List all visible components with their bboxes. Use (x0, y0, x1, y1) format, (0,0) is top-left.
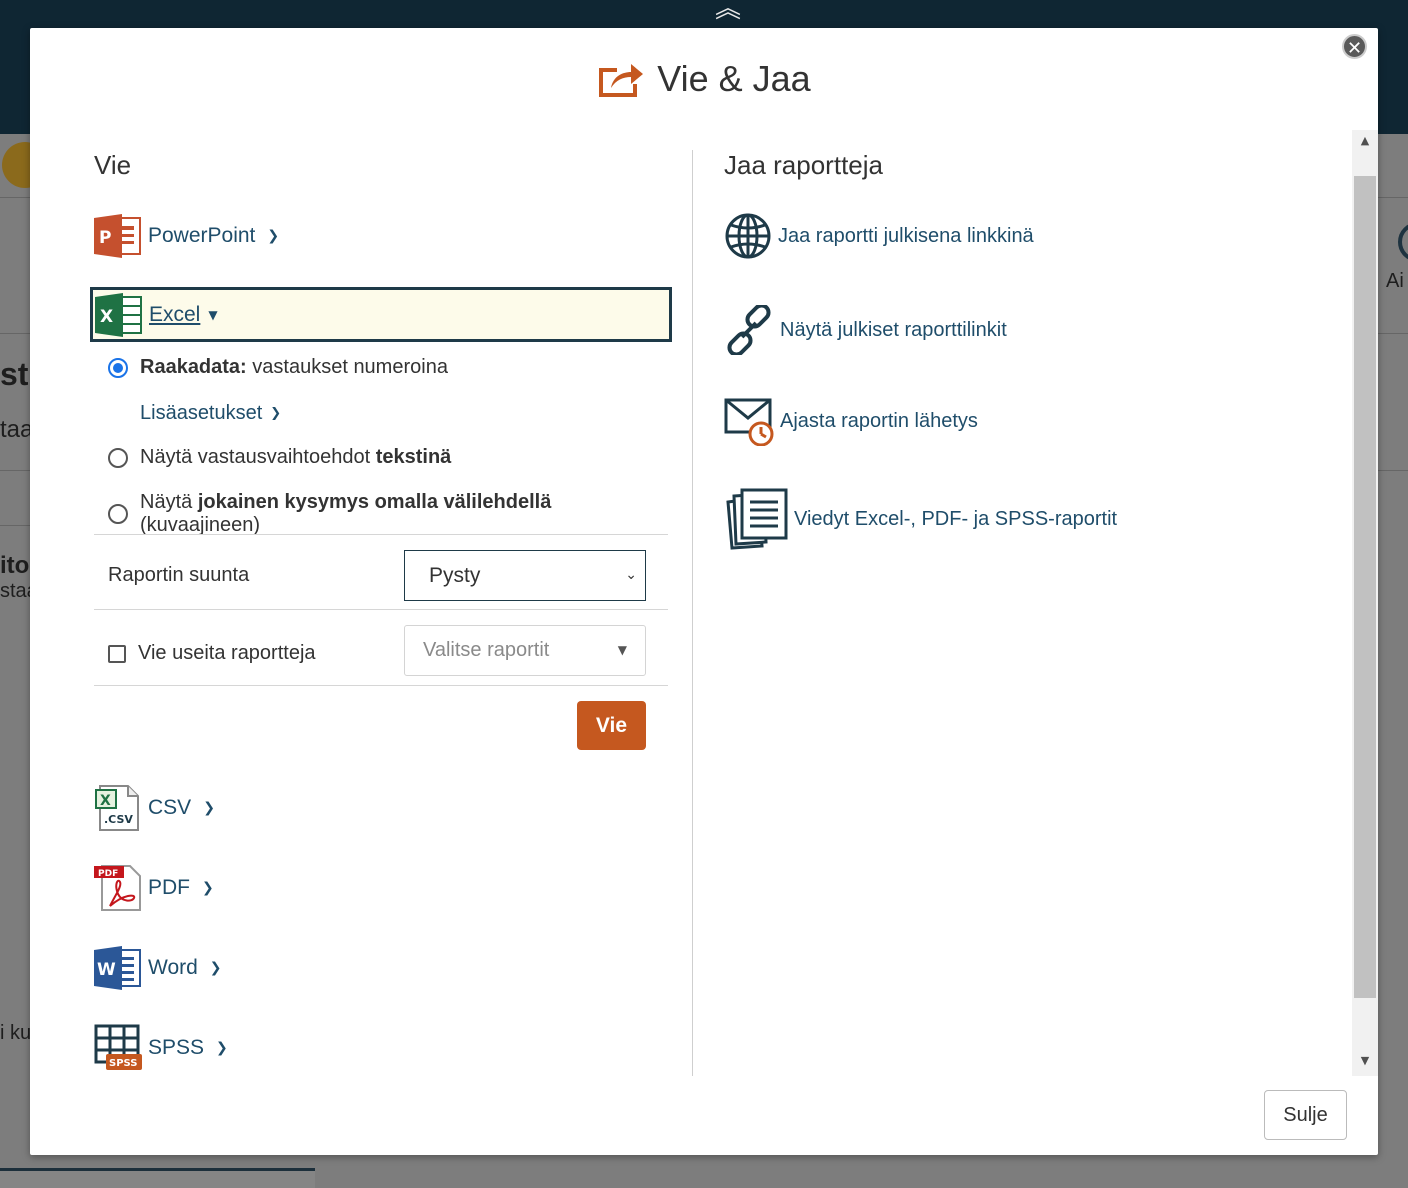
modal-scrollbar[interactable]: ▲ ▼ (1352, 130, 1378, 1076)
svg-text:SPSS: SPSS (109, 1058, 138, 1069)
chevron-down-icon: ▼ (208, 307, 218, 322)
background-divider (1378, 333, 1408, 334)
documents-icon (726, 488, 788, 550)
chevron-right-icon: ❯ (216, 1040, 228, 1056)
share-schedule-label: Ajasta raportin lähetys (780, 409, 978, 432)
multi-export-label: Vie useita raportteja (138, 642, 316, 664)
reports-multiselect[interactable]: Valitse raportit ▼ (404, 625, 646, 676)
background-divider (1378, 470, 1408, 471)
pdf-icon: PDF (94, 865, 141, 911)
word-icon: W (94, 946, 141, 990)
background-table (0, 1168, 315, 1188)
excel-icon: X (95, 292, 142, 337)
close-button[interactable]: Sulje (1264, 1090, 1347, 1140)
spss-label: SPSS (148, 1036, 205, 1059)
share-heading: Jaa raportteja (724, 150, 883, 180)
column-divider (692, 150, 693, 1076)
orientation-label: Raportin suunta (108, 564, 250, 586)
option-raw-data-label: Raakadata: vastaukset numeroina (140, 356, 448, 378)
multi-export-checkbox[interactable] (108, 644, 126, 663)
chevron-right-icon: ❯ (270, 406, 282, 421)
background-text: ito (0, 552, 30, 579)
export-word[interactable]: W Word ❯ (94, 944, 222, 992)
background-text: Ai (1386, 270, 1404, 292)
svg-text:P: P (99, 228, 111, 248)
radio-tab-per-question[interactable] (108, 504, 128, 524)
modal-header: Vie & Jaa (30, 58, 1378, 118)
share-show-links[interactable]: Näytä julkiset raporttilinkit (724, 305, 1007, 355)
background-divider (0, 197, 30, 198)
spss-icon: SPSS (94, 1024, 142, 1070)
orientation-value: Pysty (429, 564, 481, 587)
share-public-link[interactable]: Jaa raportti julkisena linkkinä (724, 212, 1034, 260)
background-text: taa (0, 416, 34, 443)
multi-export-option[interactable]: Vie useita raportteja (108, 642, 316, 665)
advanced-settings-label: Lisäasetukset (140, 402, 263, 424)
background-divider (0, 470, 30, 471)
export-share-icon (599, 64, 644, 97)
export-spss[interactable]: SPSS SPSS ❯ (94, 1024, 228, 1072)
pdf-label: PDF (148, 876, 190, 899)
powerpoint-label: PowerPoint (148, 224, 256, 247)
scroll-down-icon[interactable]: ▼ (1352, 1050, 1378, 1072)
caret-down-icon: ▼ (617, 643, 627, 657)
export-share-modal: ✕ Vie & Jaa Vie P PowerPoint ❯ X Excel ▼… (30, 28, 1378, 1155)
radio-raw-data[interactable] (108, 357, 128, 378)
close-icon[interactable]: ✕ (1342, 34, 1367, 59)
link-icon (727, 305, 771, 355)
svg-text:.CSV: .CSV (104, 813, 133, 826)
separator (94, 534, 668, 535)
option-tab-per-question[interactable]: Näytä jokainen kysymys omalla välilehdel… (108, 491, 670, 537)
orientation-select[interactable]: Pysty ⌄ (404, 550, 646, 601)
excel-label: Excel (149, 302, 201, 326)
export-heading: Vie (94, 150, 132, 180)
export-csv[interactable]: X .CSV CSV ❯ (94, 784, 215, 832)
export-button[interactable]: Vie (577, 701, 646, 750)
option-text-answers[interactable]: Näytä vastausvaihtoehdot tekstinä (108, 446, 451, 469)
share-show-links-label: Näytä julkiset raporttilinkit (780, 318, 1007, 341)
share-exported-reports-label: Viedyt Excel-, PDF- ja SPSS-raportit (794, 507, 1118, 530)
globe-icon (725, 213, 771, 259)
svg-text:W: W (97, 960, 116, 980)
reports-multiselect-placeholder: Valitse raportit (423, 639, 550, 661)
option-tab-per-question-label: Näytä jokainen kysymys omalla välilehdel… (140, 491, 552, 536)
svg-text:PDF: PDF (98, 869, 118, 879)
background-divider (0, 333, 30, 334)
separator (94, 685, 668, 686)
share-exported-reports[interactable]: Viedyt Excel-, PDF- ja SPSS-raportit (724, 488, 1117, 550)
word-label: Word (148, 956, 198, 979)
modal-body: Vie P PowerPoint ❯ X Excel ▼ Raakadata: … (30, 130, 1352, 1076)
modal-title: Vie & Jaa (657, 58, 811, 99)
background-divider (1378, 197, 1408, 198)
background-text: i ku (0, 1022, 32, 1044)
csv-label: CSV (148, 796, 192, 819)
csv-icon: X .CSV (95, 785, 139, 831)
collapse-chevron-icon[interactable]: ︽ (710, 0, 746, 22)
option-raw-data[interactable]: Raakadata: vastaukset numeroina (108, 356, 448, 379)
export-pdf[interactable]: PDF PDF ❯ (94, 864, 214, 912)
svg-text:X: X (100, 793, 111, 809)
share-schedule[interactable]: Ajasta raportin lähetys (724, 396, 978, 446)
modal-title-wrapper: Vie & Jaa (597, 58, 811, 100)
export-powerpoint[interactable]: P PowerPoint ❯ (94, 212, 279, 260)
background-divider (0, 525, 30, 526)
separator (94, 609, 668, 610)
schedule-mail-icon (724, 398, 774, 446)
chevron-right-icon: ❯ (202, 880, 214, 896)
radio-text-answers[interactable] (108, 447, 128, 468)
svg-text:X: X (100, 307, 113, 327)
chevron-right-icon: ❯ (209, 960, 222, 976)
powerpoint-icon: P (94, 214, 141, 258)
scroll-up-icon[interactable]: ▲ (1352, 130, 1378, 152)
export-excel-expanded[interactable]: X Excel ▼ (90, 287, 672, 342)
share-public-link-label: Jaa raportti julkisena linkkinä (778, 224, 1034, 247)
advanced-settings-link[interactable]: Lisäasetukset ❯ (140, 402, 281, 425)
chevron-down-icon: ⌄ (625, 567, 637, 583)
chevron-right-icon: ❯ (267, 228, 280, 244)
chevron-right-icon: ❯ (203, 800, 215, 816)
option-text-answers-label: Näytä vastausvaihtoehdot tekstinä (140, 446, 452, 468)
scrollbar-thumb[interactable] (1354, 176, 1376, 998)
